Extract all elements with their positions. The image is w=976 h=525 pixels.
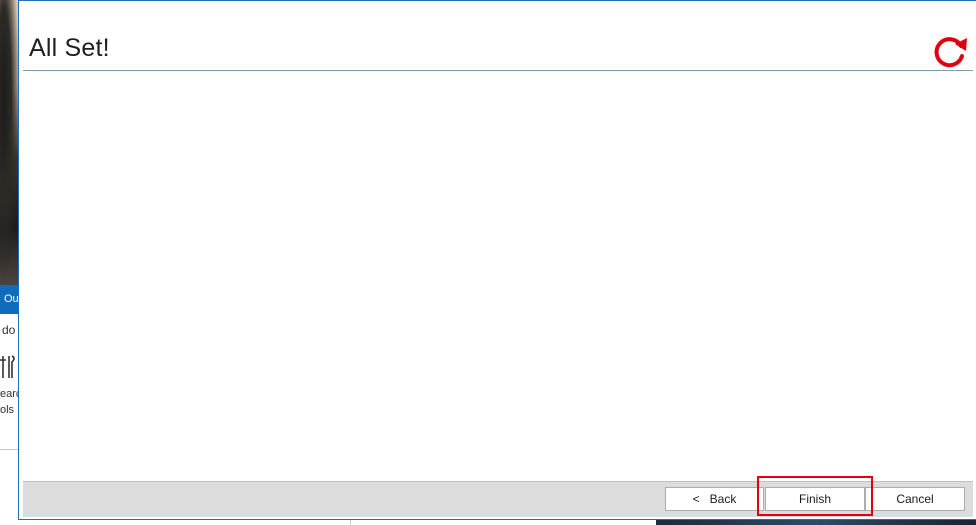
background-tools-label-1: earc: [0, 388, 19, 400]
dialog-header: All Set!: [23, 1, 973, 71]
wizard-content: [23, 71, 973, 481]
tools-icon[interactable]: [0, 352, 19, 382]
background-text: do: [2, 323, 16, 337]
back-chevron-icon: <: [692, 492, 700, 506]
background-tab[interactable]: Ou: [0, 285, 19, 314]
wizard-dialog: All Set! < Back Finish Cancel: [18, 0, 976, 520]
background-window: Ou do earc ols: [0, 0, 19, 525]
cancel-button[interactable]: Cancel: [865, 487, 965, 511]
finish-button[interactable]: Finish: [765, 487, 865, 511]
refresh-icon: [931, 34, 969, 68]
background-divider: [0, 449, 19, 450]
back-button[interactable]: < Back: [665, 487, 764, 511]
back-button-label: Back: [709, 492, 737, 506]
screen: Ou do earc ols All Set! < Back: [0, 0, 976, 525]
finish-button-label: Finish: [798, 492, 831, 506]
background-tools-label-2: ols: [0, 404, 15, 416]
cancel-button-label: Cancel: [896, 492, 934, 506]
button-bar: < Back Finish Cancel: [23, 481, 973, 517]
background-photo: [0, 0, 19, 285]
page-title: All Set!: [29, 34, 110, 62]
